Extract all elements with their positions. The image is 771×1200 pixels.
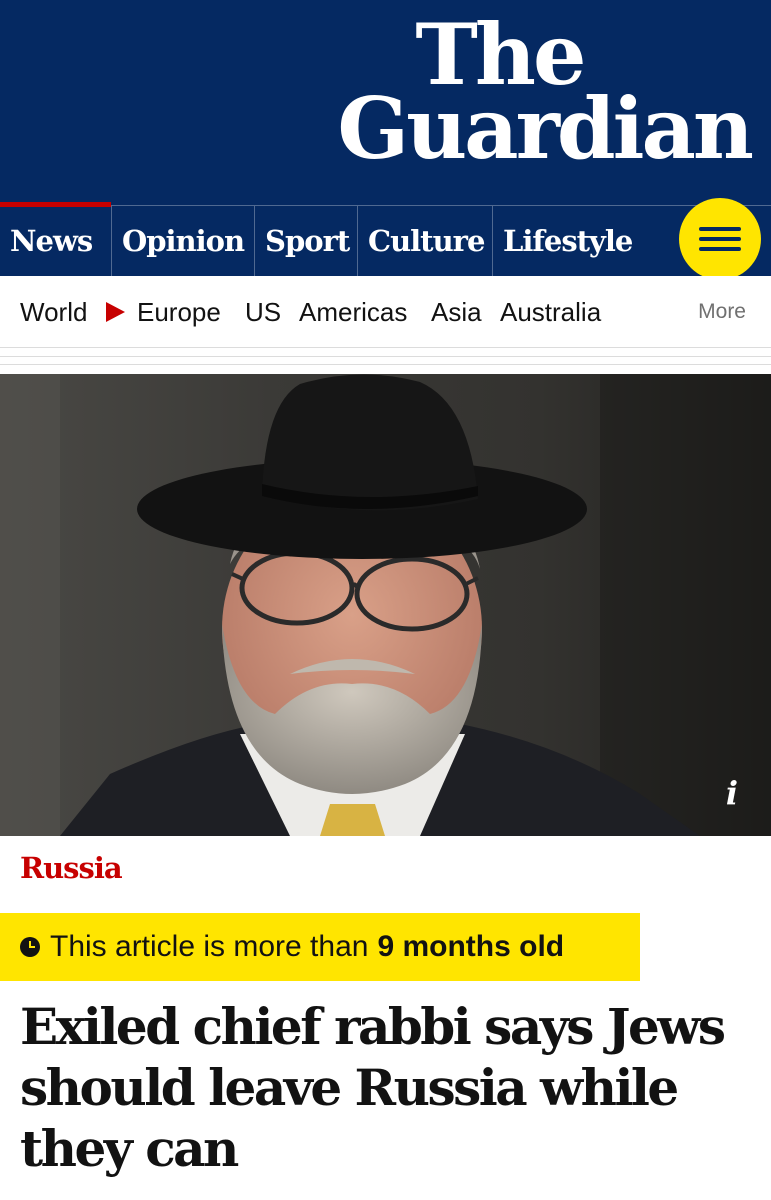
sub-nav: World Europe US Americas Asia Australia … xyxy=(0,276,771,348)
subnav-more-link[interactable]: More xyxy=(698,276,746,348)
subnav-item-australia[interactable]: Australia xyxy=(500,276,601,348)
article-age-notice: This article is more than 9 months old xyxy=(0,913,640,981)
divider xyxy=(0,356,771,357)
clock-icon xyxy=(20,937,40,957)
article-headline: Exiled chief rabbi says Jews should leav… xyxy=(20,997,726,1178)
portrait-photo xyxy=(0,374,771,836)
age-notice-text: This article is more than xyxy=(50,930,369,963)
subnav-item-asia[interactable]: Asia xyxy=(431,276,482,348)
info-icon[interactable]: i xyxy=(726,777,738,809)
pillar-culture[interactable]: Culture xyxy=(357,206,492,276)
pillar-lifestyle[interactable]: Lifestyle xyxy=(492,206,642,276)
pillar-nav: News Opinion Sport Culture Lifestyle xyxy=(0,202,771,276)
subnav-item-europe[interactable]: Europe xyxy=(137,276,221,348)
triangle-right-icon xyxy=(106,302,125,322)
hero-image[interactable]: i xyxy=(0,374,771,836)
menu-button[interactable] xyxy=(679,198,761,280)
pillar-news[interactable]: News xyxy=(0,202,111,276)
pillar-opinion[interactable]: Opinion xyxy=(111,206,254,276)
subnav-item-americas[interactable]: Americas xyxy=(299,276,407,348)
masthead: The Guardian xyxy=(0,0,771,205)
guardian-logo[interactable]: The Guardian xyxy=(337,13,754,178)
subnav-item-us[interactable]: US xyxy=(245,276,281,348)
pillar-sport[interactable]: Sport xyxy=(254,206,357,276)
logo-line-guardian: Guardian xyxy=(337,78,754,178)
section-kicker[interactable]: Russia xyxy=(20,851,123,885)
age-notice-value: 9 months old xyxy=(377,930,565,963)
divider xyxy=(0,364,771,365)
subnav-item-world[interactable]: World xyxy=(20,276,87,348)
